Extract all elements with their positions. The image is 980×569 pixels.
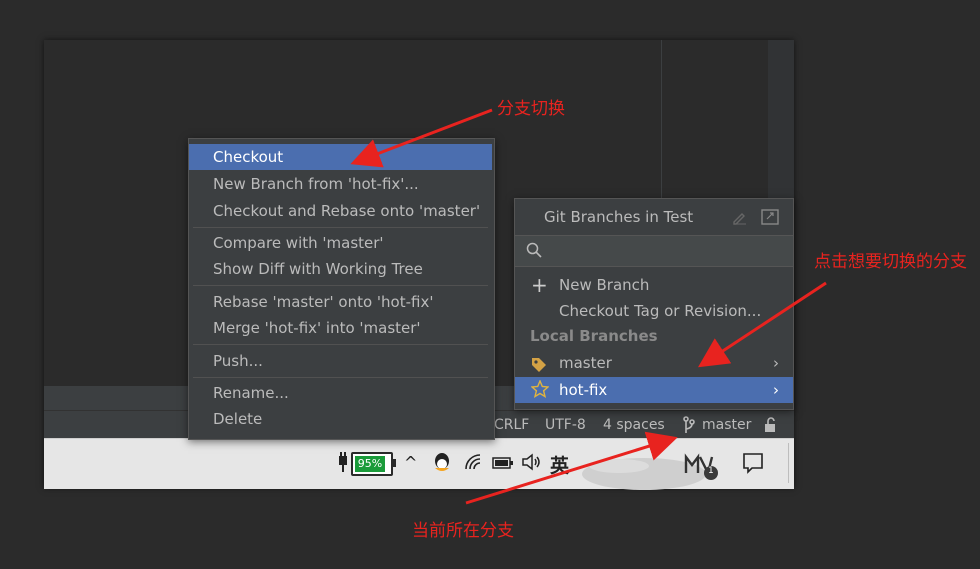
arrow-to-branch xyxy=(697,281,827,368)
annotation-arrows xyxy=(350,108,827,505)
arrow-to-status-branch xyxy=(465,431,678,505)
arrow-to-checkout xyxy=(350,108,493,168)
